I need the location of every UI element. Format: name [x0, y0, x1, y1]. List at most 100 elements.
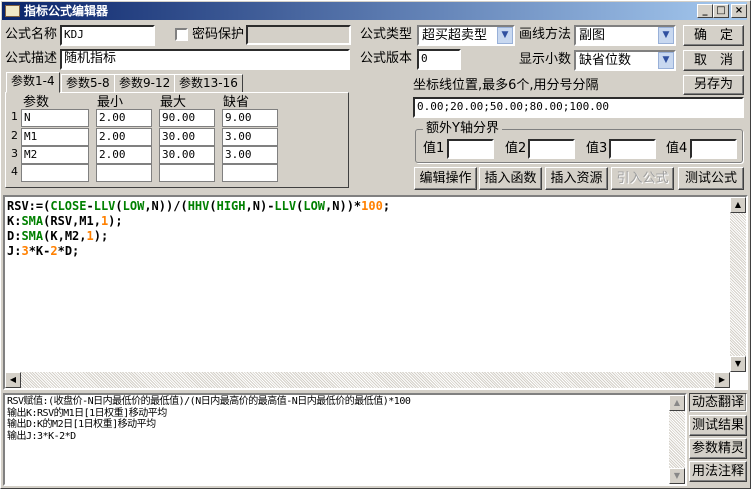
code-token-text: (	[209, 199, 217, 213]
param-max-input[interactable]: 30.00	[159, 146, 215, 164]
code-token-keyword: HHV	[187, 199, 210, 213]
scroll-left-icon[interactable]: ◀	[5, 372, 21, 388]
code-token-text: (RSV,M1,	[43, 214, 101, 228]
code-token-text: ,N))/(	[144, 199, 188, 213]
scroll-up-icon[interactable]: ▲	[669, 395, 685, 411]
insert-resource-button[interactable]: 插入资源	[545, 167, 608, 190]
code-token-number: 2	[50, 244, 58, 258]
code-token-keyword: SMA	[21, 214, 44, 228]
type-label: 公式类型	[360, 27, 413, 42]
param-default-input[interactable]	[222, 164, 278, 182]
chevron-down-icon[interactable]: ▼	[658, 27, 674, 44]
code-token-keyword: LOW	[122, 199, 145, 213]
param-min-input[interactable]: 2.00	[96, 109, 152, 127]
decimal-label: 显示小数	[519, 52, 572, 67]
scroll-up-icon[interactable]: ▲	[730, 197, 746, 213]
password-input[interactable]	[246, 25, 351, 45]
save-as-button[interactable]: 另存为	[683, 75, 744, 95]
code-token-keyword: HIGH	[216, 199, 246, 213]
code-token-text: -	[86, 199, 94, 213]
y-value-input[interactable]	[690, 139, 737, 159]
edit-operation-button[interactable]: 编辑操作	[414, 167, 477, 190]
param-name-input[interactable]: M1	[21, 128, 89, 146]
code-token-text: ,N))*	[325, 199, 362, 213]
code-token-text: (	[115, 199, 123, 213]
y-value-input[interactable]	[447, 139, 494, 159]
code-line: RSV:=(CLOSE-LLV(LOW,N))/(HHV(HIGH,N)-LLV…	[7, 199, 744, 214]
type-select[interactable]: 超买超卖型 ▼	[417, 25, 515, 46]
translation-line: RSV赋值:(收盘价-N日内最低价的最低值)/(N日内最高价的最高值-N日内最低…	[7, 396, 411, 407]
desc-input[interactable]: 随机指标	[60, 49, 350, 70]
code-token-text: );	[108, 214, 123, 228]
maximize-button[interactable]: □	[713, 4, 729, 18]
formula-code[interactable]: RSV:=(CLOSE-LLV(LOW,N))/(HHV(HIGH,N)-LLV…	[5, 197, 746, 261]
code-token-number: 1	[86, 229, 94, 243]
cancel-button[interactable]: 取 消	[683, 50, 744, 71]
translation-text: RSV赋值:(收盘价-N日内最低价的最低值)/(N日内最高价的最高值-N日内最低…	[5, 395, 685, 443]
minimize-button[interactable]: _	[697, 4, 713, 18]
decimal-value: 缺省位数	[579, 53, 632, 68]
draw-select[interactable]: 副图 ▼	[574, 25, 676, 46]
axis-input[interactable]: 0.00;20.00;50.00;80.00;100.00	[413, 97, 744, 118]
name-input[interactable]: KDJ	[60, 25, 155, 46]
param-default-input[interactable]: 3.00	[222, 146, 278, 164]
param-max-input[interactable]	[159, 164, 215, 182]
param-min-input[interactable]	[96, 164, 152, 182]
code-token-text: ;	[382, 199, 391, 213]
y-value-input[interactable]	[528, 139, 575, 159]
import-formula-button[interactable]: 引入公式	[611, 167, 674, 190]
chevron-down-icon[interactable]: ▼	[658, 52, 674, 69]
draw-label: 画线方法	[519, 27, 572, 42]
usage-notes-button[interactable]: 用法注释	[689, 461, 747, 482]
tab-params-9-12[interactable]: 参数9-12	[114, 74, 176, 93]
close-button[interactable]: ×	[731, 4, 747, 18]
dynamic-translate-button[interactable]: 动态翻译	[689, 393, 747, 412]
param-default-input[interactable]: 9.00	[222, 109, 278, 127]
decimal-select[interactable]: 缺省位数 ▼	[574, 50, 676, 71]
param-name-input[interactable]: N	[21, 109, 89, 127]
param-wizard-button[interactable]: 参数精灵	[689, 438, 747, 459]
param-name-input[interactable]	[21, 164, 89, 182]
param-min-input[interactable]: 2.00	[96, 128, 152, 146]
y-axis-group-title: 额外Y轴分界	[423, 119, 502, 139]
code-token-text: ,N)-	[245, 199, 275, 213]
tab-params-13-16[interactable]: 参数13-16	[174, 74, 243, 93]
insert-function-button[interactable]: 插入函数	[479, 167, 542, 190]
code-token-number: 3	[21, 244, 29, 258]
chevron-down-icon[interactable]: ▼	[497, 27, 513, 44]
param-default-input[interactable]: 3.00	[222, 128, 278, 146]
app-icon	[5, 5, 20, 17]
scroll-down-icon[interactable]: ▼	[669, 468, 685, 484]
code-token-keyword: CLOSE	[50, 199, 87, 213]
code-token-text: J:	[7, 244, 22, 258]
param-name-input[interactable]: M2	[21, 146, 89, 164]
draw-value: 副图	[579, 28, 606, 43]
code-token-text: RSV:=(	[7, 199, 51, 213]
test-result-button[interactable]: 测试结果	[689, 415, 747, 436]
code-token-text: (K,M2,	[43, 229, 87, 243]
scroll-right-icon[interactable]: ▶	[714, 372, 730, 388]
translation-line: 输出J:3*K-2*D	[7, 430, 76, 442]
version-input[interactable]: 0	[417, 49, 461, 70]
ok-button[interactable]: 确 定	[683, 25, 744, 46]
y-value-input[interactable]	[609, 139, 656, 159]
param-max-input[interactable]: 30.00	[159, 128, 215, 146]
editor-horizontal-scrollbar[interactable]	[5, 372, 730, 388]
formula-editor[interactable]: RSV:=(CLOSE-LLV(LOW,N))/(HHV(HIGH,N)-LLV…	[3, 195, 748, 390]
title-bar[interactable]: 指标公式编辑器	[2, 2, 747, 20]
editor-vertical-scrollbar[interactable]	[730, 197, 746, 372]
param-row-number: 4	[11, 165, 18, 178]
translation-output[interactable]: RSV赋值:(收盘价-N日内最低价的最低值)/(N日内最高价的最高值-N日内最低…	[3, 393, 687, 486]
param-min-input[interactable]: 2.00	[96, 146, 152, 164]
password-checkbox[interactable]	[175, 28, 188, 41]
code-token-text: *K-	[28, 244, 51, 258]
scroll-down-icon[interactable]: ▼	[730, 356, 746, 372]
tab-params-1-4[interactable]: 参数1-4	[6, 72, 60, 93]
axis-label: 坐标线位置,最多6个,用分号分隔	[413, 78, 599, 93]
y-value-label: 值4	[666, 141, 688, 156]
test-formula-button[interactable]: 测试公式	[678, 167, 744, 190]
param-row-number: 2	[11, 129, 18, 142]
param-max-input[interactable]: 90.00	[159, 109, 215, 127]
tab-params-5-8[interactable]: 参数5-8	[61, 74, 115, 93]
window-title: 指标公式编辑器	[24, 4, 109, 18]
